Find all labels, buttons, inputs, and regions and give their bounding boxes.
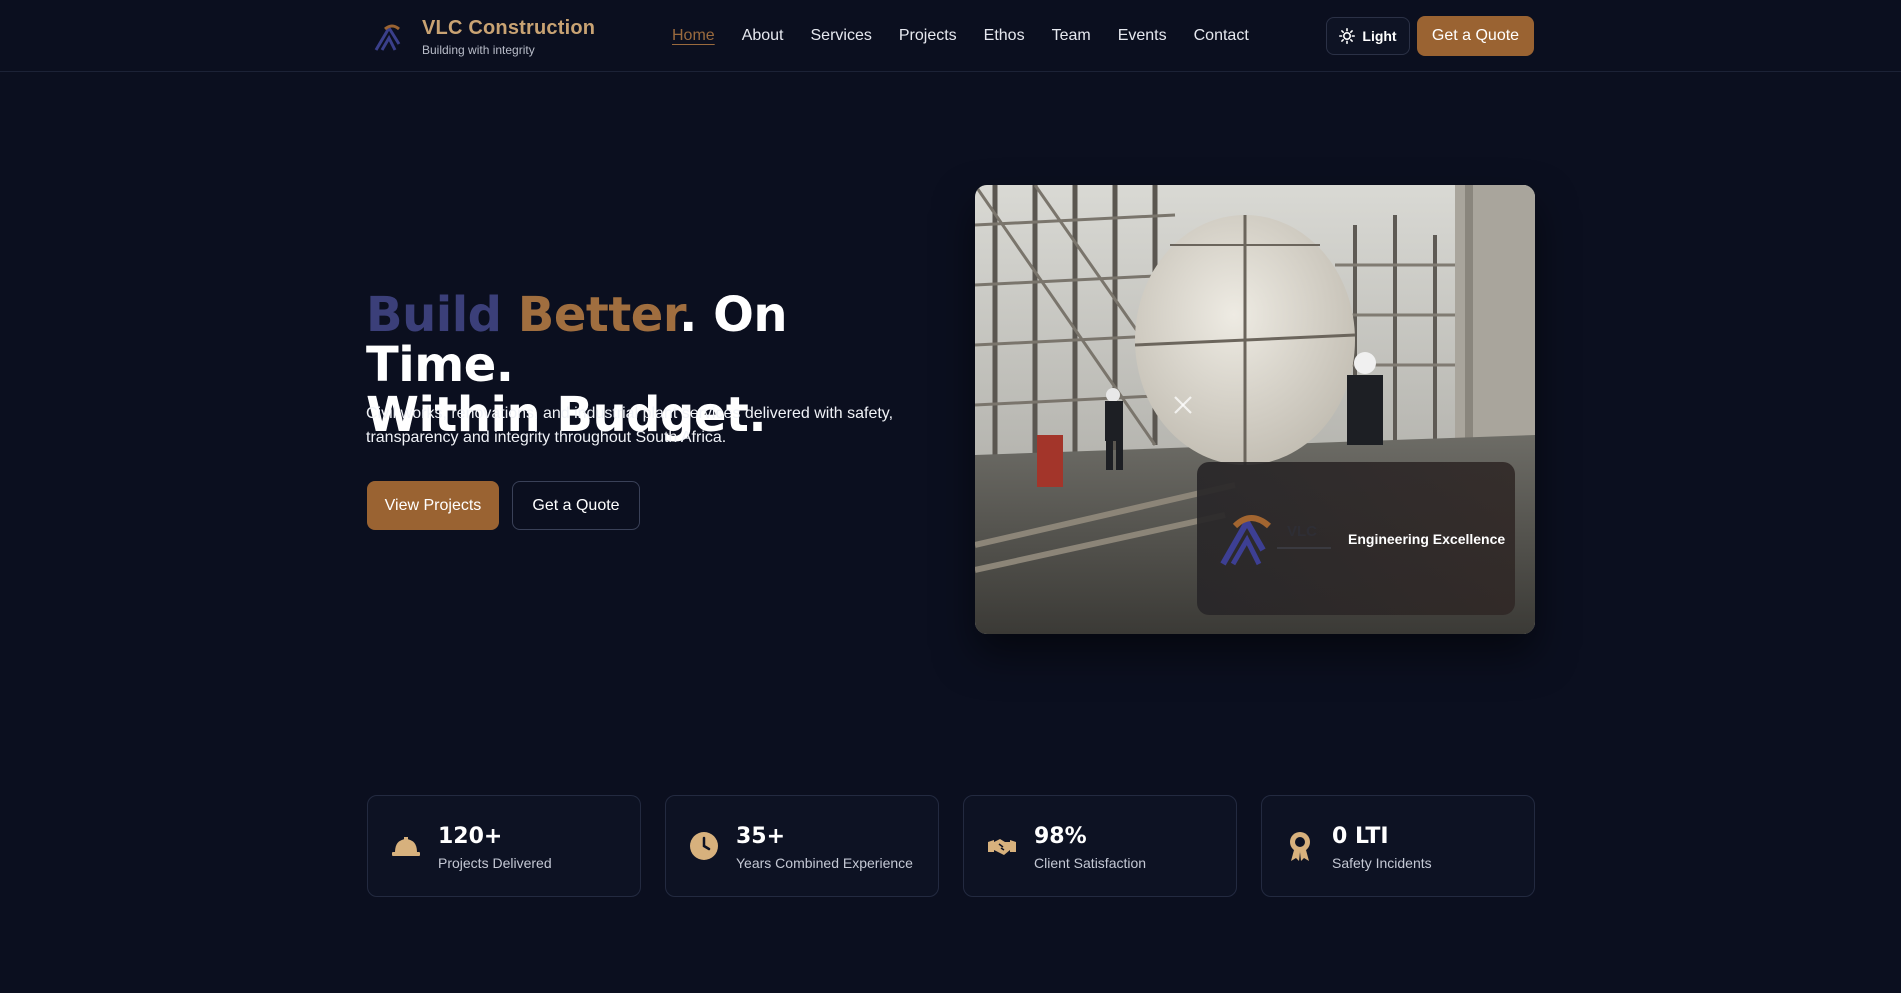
nav-item-services[interactable]: Services: [811, 26, 872, 46]
hero-description: Civil works, renovations, and industrial…: [366, 405, 894, 446]
card-caption: Engineering Excellence: [1348, 531, 1506, 547]
brand-name: VLC Construction: [422, 17, 596, 39]
nav-item-about[interactable]: About: [742, 26, 784, 46]
stat-label: Projects Delivered: [438, 855, 552, 871]
hero-title-build: Build: [366, 287, 502, 343]
stat-value: 0 LTI: [1332, 824, 1389, 849]
brand-tagline: Building with integrity: [422, 43, 535, 57]
theme-toggle-label: Light: [1362, 28, 1397, 44]
clock-icon: [690, 832, 718, 860]
navbar: VLC Construction Building with integrity…: [0, 0, 1901, 72]
hard-hat-icon: [392, 837, 420, 856]
hero-title-better: Better: [517, 287, 680, 343]
stat-card-satisfaction: 98% Client Satisfaction: [963, 795, 1237, 897]
stat-label: Safety Incidents: [1332, 855, 1432, 871]
nav-item-team[interactable]: Team: [1052, 26, 1091, 46]
stat-card-safety: 0 LTI Safety Incidents: [1261, 795, 1535, 897]
stat-card-projects: 120+ Projects Delivered: [367, 795, 641, 897]
stat-value: 98%: [1034, 824, 1087, 849]
handshake-icon: [988, 839, 1016, 855]
close-icon[interactable]: [1171, 393, 1195, 417]
stat-label: Years Combined Experience: [736, 855, 913, 871]
stat-value: 120+: [438, 824, 503, 849]
nav-item-events[interactable]: Events: [1118, 26, 1167, 46]
stat-label: Client Satisfaction: [1034, 855, 1147, 871]
vlc-logo-icon: VLC: [1220, 515, 1331, 566]
nav-item-home[interactable]: Home: [672, 26, 715, 46]
get-quote-hero-button[interactable]: Get a Quote: [512, 481, 640, 530]
stat-card-experience: 35+ Years Combined Experience: [665, 795, 939, 897]
card-logo-text: VLC: [1287, 523, 1317, 540]
hero-video[interactable]: VLC Engineering Excellence: [975, 185, 1535, 634]
view-projects-button[interactable]: View Projects: [367, 481, 499, 530]
sun-icon: [1339, 28, 1356, 44]
brand[interactable]: VLC Construction Building with integrity: [372, 16, 595, 58]
engineering-excellence-card: VLC Engineering Excellence: [1197, 462, 1515, 615]
nav-item-contact[interactable]: Contact: [1194, 26, 1249, 46]
theme-toggle-button[interactable]: Light: [1326, 17, 1410, 55]
award-icon: [1290, 832, 1310, 861]
nav-item-projects[interactable]: Projects: [899, 26, 957, 46]
nav-item-ethos[interactable]: Ethos: [984, 26, 1025, 46]
get-quote-nav-button[interactable]: Get a Quote: [1417, 16, 1534, 56]
stat-value: 35+: [736, 824, 786, 849]
logo-icon: [374, 24, 401, 51]
nav-links: Home About Services Projects Ethos Team …: [672, 26, 1276, 46]
